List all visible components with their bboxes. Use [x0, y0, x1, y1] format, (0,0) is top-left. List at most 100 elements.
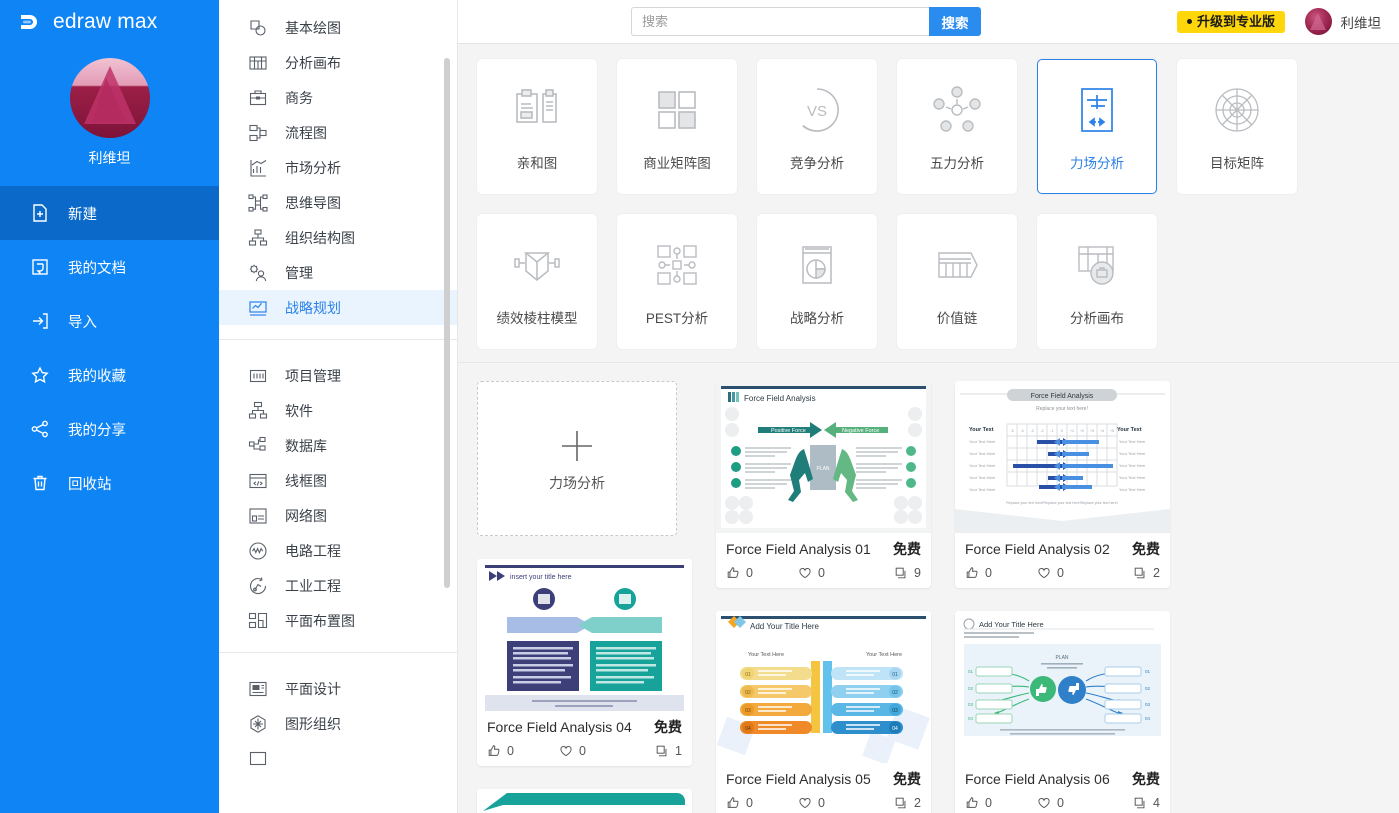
type-card-force-field-analysis[interactable]: 力场分析: [1037, 59, 1157, 194]
template-card[interactable]: Add Your Title Here Your Text Here Your …: [716, 611, 931, 813]
template-card[interactable]: insert your title here Force Field Analy…: [477, 559, 692, 766]
wireframe-icon: [247, 470, 269, 492]
category-label: 基本绘图: [285, 19, 341, 36]
type-card-analysis-canvas[interactable]: 分析画布: [1037, 214, 1157, 349]
template-card[interactable]: Force Field Analysis Replace your text h…: [955, 381, 1170, 588]
create-new-card[interactable]: 力场分析: [477, 381, 677, 536]
user-menu[interactable]: 利维坦: [1304, 8, 1381, 35]
avatar: [1304, 8, 1332, 35]
template-card[interactable]: Force Field Analysis Positive Force Nega…: [716, 381, 931, 588]
template-price: 免费: [654, 719, 682, 735]
favorite-stat[interactable]: 0: [559, 744, 645, 758]
like-stat[interactable]: 0: [965, 796, 1037, 810]
nav-item-favorites[interactable]: 我的收藏: [0, 348, 219, 402]
favorite-stat[interactable]: 0: [798, 796, 884, 810]
category-flowchart[interactable]: 流程图: [219, 115, 457, 150]
software-icon: [247, 400, 269, 422]
template-gallery: 力场分析 insert your title here Force Field …: [458, 364, 1399, 813]
type-card-pest-analysis[interactable]: PEST分析: [617, 214, 737, 349]
category-software[interactable]: 软件: [219, 393, 457, 428]
profile-name: 利维坦: [88, 150, 131, 166]
category-circuit[interactable]: 电路工程: [219, 533, 457, 568]
favorite-count: 0: [579, 744, 586, 758]
type-card-performance-prism[interactable]: 绩效棱柱模型: [477, 214, 597, 349]
category-analysis-canvas[interactable]: 分析画布: [219, 45, 457, 80]
like-stat[interactable]: 0: [726, 796, 798, 810]
category-label: 平面设计: [285, 680, 341, 697]
favorite-stat[interactable]: 0: [798, 566, 884, 580]
circuit-icon: [247, 540, 269, 562]
category-market-analysis[interactable]: 市场分析: [219, 150, 457, 185]
svg-text:Your Text Here: Your Text Here: [1119, 487, 1146, 492]
search-box: 搜索: [631, 7, 981, 36]
template-card[interactable]: Add Your Title Here PLAN 01 02 03 04 01 …: [955, 611, 1170, 813]
search-input[interactable]: [631, 7, 929, 36]
copy-count: 4: [1153, 796, 1160, 810]
type-card-strategy-analysis[interactable]: 战略分析: [757, 214, 877, 349]
nav-item-new[interactable]: 新建: [0, 186, 219, 240]
category-basic-shapes[interactable]: 基本绘图: [219, 10, 457, 45]
svg-text:04: 04: [745, 726, 751, 732]
template-price: 免费: [893, 541, 921, 557]
type-card-target-matrix[interactable]: 目标矩阵: [1177, 59, 1297, 194]
type-card-five-forces[interactable]: 五力分析: [897, 59, 1017, 194]
template-card[interactable]: Force field analysis Driving Force Restr…: [477, 789, 692, 813]
type-card-competitive-analysis[interactable]: VS 竞争分析: [757, 59, 877, 194]
type-card-value-chain[interactable]: 价值链: [897, 214, 1017, 349]
copy-stat[interactable]: 2: [894, 796, 921, 810]
category-partial-next[interactable]: [219, 741, 457, 776]
svg-text:Your Text Here: Your Text Here: [969, 451, 996, 456]
favorite-stat[interactable]: 0: [1037, 796, 1123, 810]
copy-stat[interactable]: 4: [1133, 796, 1160, 810]
copy-stat[interactable]: 1: [655, 744, 682, 758]
five-forces-icon: [929, 82, 985, 138]
category-floor-plan[interactable]: 平面布置图: [219, 603, 457, 638]
heart-icon: [559, 744, 573, 758]
search-button[interactable]: 搜索: [929, 7, 981, 36]
nav-item-shared[interactable]: 我的分享: [0, 402, 219, 456]
category-org-chart[interactable]: 组织结构图: [219, 220, 457, 255]
svg-text:Your Text Here: Your Text Here: [1119, 439, 1146, 444]
svg-text:03: 03: [745, 708, 751, 714]
type-card-label: PEST分析: [645, 310, 709, 326]
category-network[interactable]: 网络图: [219, 498, 457, 533]
favorite-stat[interactable]: 0: [1037, 566, 1123, 580]
svg-text:01: 01: [892, 672, 898, 678]
nav-label: 我的收藏: [68, 368, 126, 385]
graphic-organizer-icon: [247, 713, 269, 735]
like-count: 0: [985, 796, 992, 810]
type-card-label: 竞争分析: [790, 155, 844, 171]
type-card-affinity-diagram[interactable]: 亲和图: [477, 59, 597, 194]
category-management[interactable]: 管理: [219, 255, 457, 290]
category-graphic-design[interactable]: 平面设计: [219, 671, 457, 706]
like-stat[interactable]: 0: [965, 566, 1037, 580]
like-stat[interactable]: 0: [487, 744, 559, 758]
type-card-label: 力场分析: [1070, 155, 1124, 171]
svg-text:02: 02: [892, 690, 898, 696]
nav-item-my-documents[interactable]: 我的文档: [0, 240, 219, 294]
category-scrollbar[interactable]: [444, 58, 450, 588]
copy-stat[interactable]: 9: [894, 566, 921, 580]
like-stat[interactable]: 0: [726, 566, 798, 580]
category-sidebar: 基本绘图 分析画布 商务 流程图 市场分析 思维导图 组织结构图 管理 战略规划…: [219, 0, 458, 813]
category-database[interactable]: 数据库: [219, 428, 457, 463]
nav-label: 导入: [68, 314, 97, 331]
type-card-label: 五力分析: [930, 155, 984, 171]
type-card-business-matrix[interactable]: 商业矩阵图: [617, 59, 737, 194]
svg-text:02: 02: [968, 686, 974, 691]
category-industrial[interactable]: 工业工程: [219, 568, 457, 603]
category-graphic-organizer[interactable]: 图形组织: [219, 706, 457, 741]
avatar[interactable]: [69, 58, 150, 138]
nav-item-import[interactable]: 导入: [0, 294, 219, 348]
category-mind-map[interactable]: 思维导图: [219, 185, 457, 220]
category-business[interactable]: 商务: [219, 80, 457, 115]
category-project-management[interactable]: 项目管理: [219, 358, 457, 393]
nav-item-trash[interactable]: 回收站: [0, 456, 219, 510]
copy-stat[interactable]: 2: [1133, 566, 1160, 580]
copy-count: 2: [1153, 566, 1160, 580]
category-wireframe[interactable]: 线框图: [219, 463, 457, 498]
template-thumbnail: Add Your Title Here PLAN 01 02 03 04 01 …: [955, 611, 1170, 763]
upgrade-to-pro-button[interactable]: 升级到专业版: [1176, 11, 1285, 33]
my-documents-icon: [30, 257, 50, 277]
category-strategy-planning[interactable]: 战略规划: [219, 290, 457, 325]
